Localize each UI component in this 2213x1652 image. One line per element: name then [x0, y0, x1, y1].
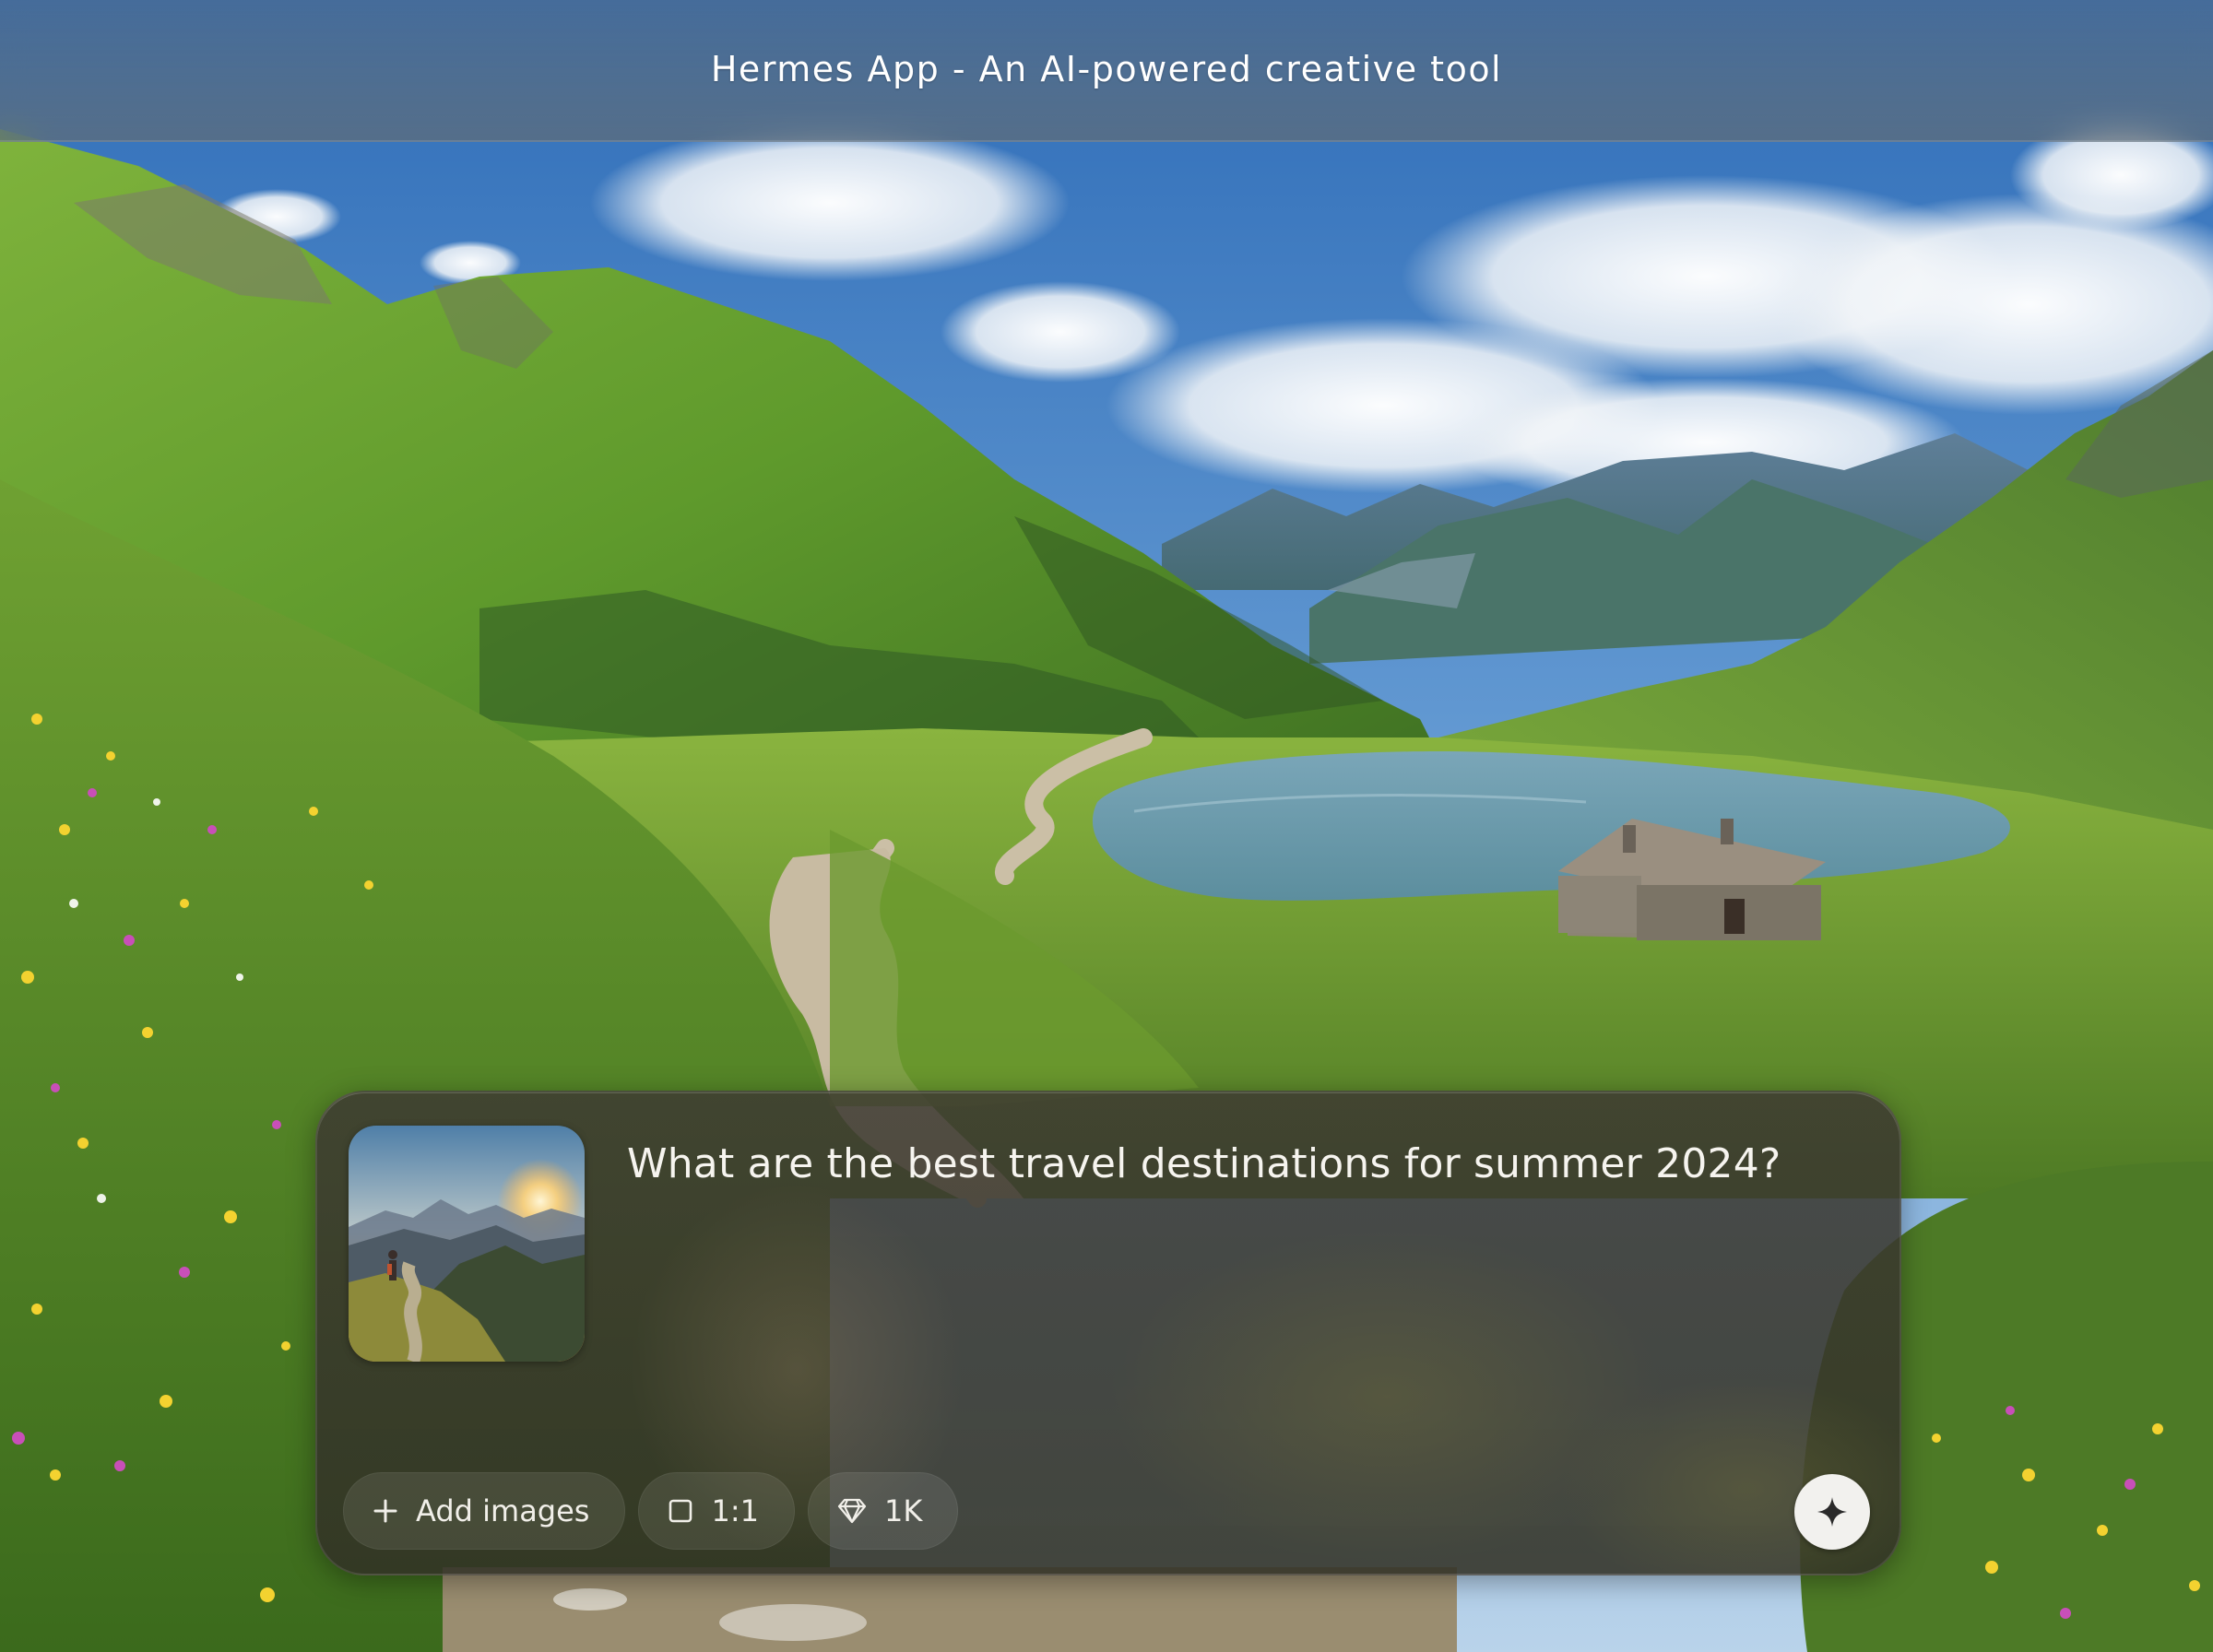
sparkle-icon	[1816, 1495, 1849, 1528]
add-images-label: Add images	[416, 1493, 590, 1528]
window-title: Hermes App - An AI-powered creative tool	[710, 49, 1503, 89]
resolution-label: 1K	[883, 1493, 923, 1528]
resolution-button[interactable]: 1K	[807, 1472, 959, 1550]
attached-image-thumbnail[interactable]	[349, 1126, 585, 1362]
prompt-composer: What are the best travel destinations fo…	[315, 1091, 1901, 1575]
add-images-button[interactable]: Add images	[343, 1472, 626, 1550]
diamond-icon	[836, 1497, 868, 1525]
aspect-ratio-label: 1:1	[711, 1493, 759, 1528]
title-bar: Hermes App - An AI-powered creative tool	[0, 0, 2213, 142]
plus-icon	[372, 1497, 399, 1525]
aspect-ratio-button[interactable]: 1:1	[638, 1472, 795, 1550]
square-icon	[667, 1497, 694, 1525]
generate-button[interactable]	[1794, 1474, 1870, 1550]
composer-toolbar: Add images 1:1 1K	[343, 1472, 959, 1550]
prompt-input[interactable]: What are the best travel destinations fo…	[627, 1139, 1826, 1189]
app-window: Hermes App - An AI-powered creative tool	[0, 0, 2213, 1652]
